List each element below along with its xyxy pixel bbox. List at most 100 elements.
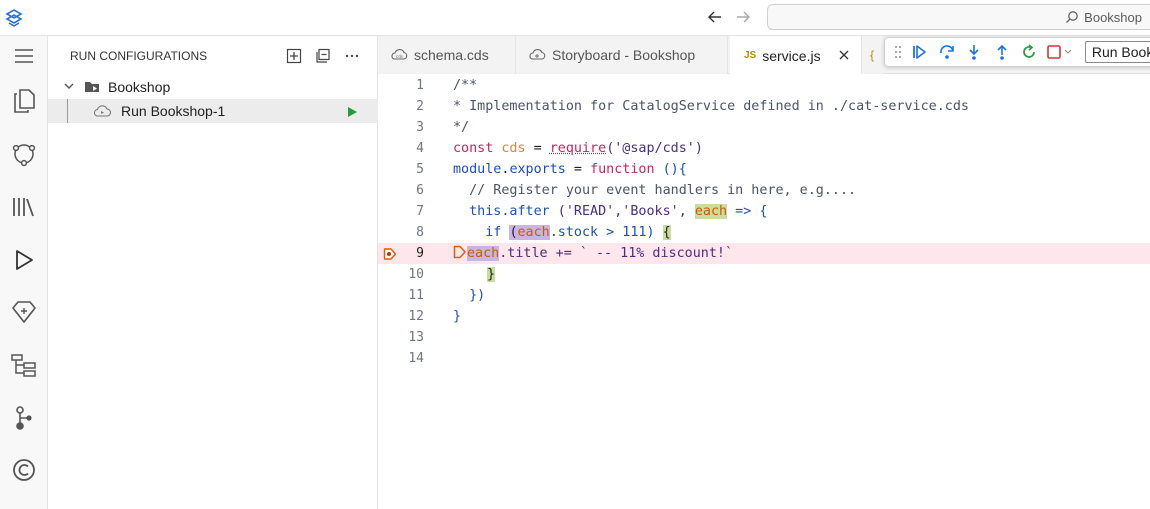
line-number: 10 — [378, 264, 424, 285]
tab-schema-cds[interactable]: cds schema.cds — [378, 36, 516, 74]
code-token: (){ — [655, 162, 687, 177]
operator-token: } — [487, 267, 495, 282]
line-number: 7 — [378, 201, 424, 222]
navigate-back-icon[interactable] — [704, 7, 726, 27]
tree-item-run-bookshop-1[interactable]: Run Bookshop-1 — [48, 99, 378, 123]
code-text: if (each.stock > 111) { — [453, 222, 671, 243]
code-text: */ — [453, 117, 469, 138]
code-line: 13 — [378, 327, 1150, 348]
search-label: Bookshop — [1084, 10, 1142, 25]
code-text: this.after ('READ','Books', each => { — [453, 201, 767, 222]
code-line: 8 if (each.stock > 111) { — [378, 222, 1150, 243]
function-token: require — [550, 141, 606, 156]
storyboard-icon — [528, 47, 546, 64]
app-logo-icon — [4, 8, 24, 28]
close-icon[interactable] — [838, 48, 850, 64]
tab-label: service.js — [762, 48, 820, 64]
gem-icon[interactable] — [0, 292, 48, 332]
operator-token: { — [663, 225, 671, 240]
code-token: .title += ` -- 11% discount!` — [499, 246, 733, 261]
line-number: 14 — [378, 348, 424, 369]
run-play-icon[interactable] — [346, 105, 358, 121]
code-token: ('READ','Books', — [550, 204, 695, 219]
chevron-down-icon — [62, 79, 76, 96]
debug-toolbar: Run Bookshop-1 — [884, 37, 1150, 67]
source-graph-icon[interactable] — [0, 134, 48, 174]
code-token: => { — [727, 204, 767, 219]
code-line: 10 } — [378, 264, 1150, 285]
tree-item-label: Bookshop — [108, 79, 170, 95]
operator-token: = — [566, 162, 590, 177]
operator-token: = — [526, 141, 550, 156]
code-line: 5 module.exports = function (){ — [378, 159, 1150, 180]
tab-service-js[interactable]: JS service.js — [730, 36, 862, 75]
code-text: }) — [453, 285, 485, 306]
js-file-icon: JS — [744, 50, 756, 61]
folder-run-icon — [84, 80, 102, 97]
code-line: 3 */ — [378, 117, 1150, 138]
tab-label: Storyboard - Bookshop — [552, 47, 695, 63]
step-over-icon[interactable] — [936, 41, 957, 63]
line-number: 6 — [378, 180, 424, 201]
keyword-token: this — [453, 204, 501, 219]
title-bar: Bookshop — [0, 0, 1150, 36]
code-token: ('@sap/cds') — [606, 141, 703, 156]
code-line-current: 9 each.title += ` -- 11% discount!` — [378, 243, 1150, 264]
command-center-search[interactable]: Bookshop — [767, 4, 1150, 30]
tree-item-label: Run Bookshop-1 — [121, 103, 225, 119]
svg-text:cds: cds — [396, 54, 403, 59]
code-text: } — [487, 264, 495, 285]
code-text: const cds = require('@sap/cds') — [453, 138, 703, 159]
line-number: 1 — [378, 75, 424, 96]
code-line: 4 const cds = require('@sap/cds') — [378, 138, 1150, 159]
library-icon[interactable] — [0, 187, 48, 227]
menu-icon[interactable] — [0, 36, 48, 76]
explorer-icon[interactable] — [0, 81, 48, 121]
run-configuration-select[interactable]: Run Bookshop-1 — [1085, 41, 1150, 63]
step-out-icon[interactable] — [991, 41, 1012, 63]
navigate-forward-icon[interactable] — [732, 7, 754, 27]
code-editor[interactable]: 1 /** 2 * Implementation for CatalogServ… — [378, 74, 1150, 509]
restart-icon[interactable] — [1018, 41, 1039, 63]
more-actions-icon[interactable] — [342, 46, 362, 66]
add-configuration-icon[interactable] — [284, 46, 304, 66]
cloud-run-icon — [92, 104, 112, 121]
tree-indent-guide — [67, 99, 68, 123]
tab-overflow[interactable]: { — [862, 36, 882, 74]
collapse-all-icon[interactable] — [313, 46, 333, 66]
tree-item-bookshop[interactable]: Bookshop — [48, 75, 378, 99]
tab-label: schema.cds — [414, 47, 489, 63]
run-debug-icon[interactable] — [0, 240, 48, 280]
copyright-icon[interactable] — [0, 450, 48, 490]
code-line: 1 /** — [378, 75, 1150, 96]
step-into-icon[interactable] — [964, 41, 985, 63]
search-icon — [1065, 10, 1079, 24]
identifier-token: each — [518, 225, 550, 240]
identifier-token: exports — [509, 162, 565, 177]
line-number: 11 — [378, 285, 424, 306]
source-control-icon[interactable] — [0, 398, 48, 438]
identifier-token: each — [467, 246, 499, 261]
keyword-token: const — [453, 141, 493, 156]
run-configurations-panel: RUN CONFIGURATIONS Bookshop Run Bookshop… — [48, 36, 378, 509]
activity-bar — [0, 36, 48, 509]
line-number: 5 — [378, 159, 424, 180]
stop-icon[interactable] — [1046, 41, 1075, 63]
code-line: 14 — [378, 348, 1150, 369]
line-number: 12 — [378, 306, 424, 327]
continue-icon[interactable] — [909, 41, 930, 63]
code-text: /** — [453, 75, 477, 96]
identifier-token: .after — [501, 204, 549, 219]
line-number: 2 — [378, 96, 424, 117]
code-text: each.title += ` -- 11% discount!` — [453, 243, 733, 264]
drag-handle-icon[interactable] — [893, 41, 903, 63]
hierarchy-icon[interactable] — [0, 345, 48, 385]
code-line: 11 }) — [378, 285, 1150, 306]
keyword-token: function — [590, 162, 655, 177]
tab-storyboard[interactable]: Storyboard - Bookshop — [516, 36, 728, 74]
identifier-token: cds — [501, 141, 525, 156]
identifier-token: each — [695, 204, 727, 219]
operator-token: ( — [509, 225, 517, 240]
json-file-icon: { — [870, 48, 874, 62]
line-number: 4 — [378, 138, 424, 159]
